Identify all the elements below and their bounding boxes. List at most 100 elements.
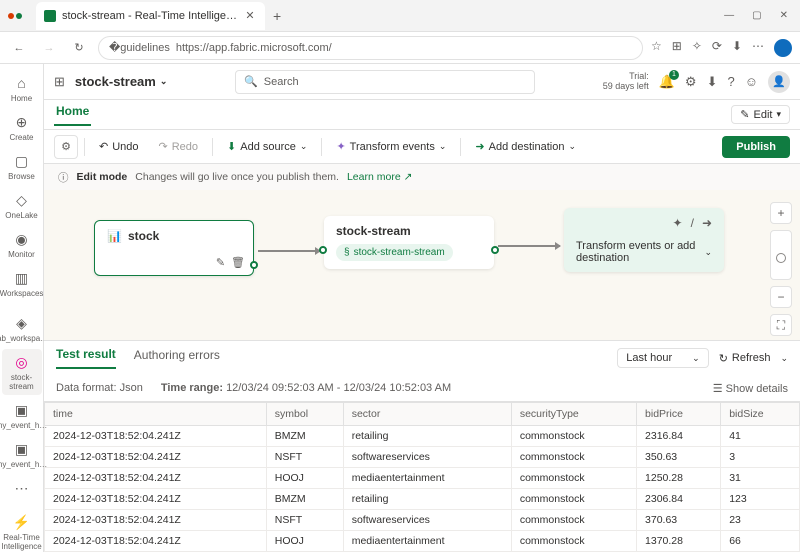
table-row[interactable]: 2024-12-03T18:52:04.241ZNSFTsoftwareserv… (45, 510, 800, 531)
rail-stock-stream[interactable]: ◎stock-stream (2, 349, 42, 395)
tab-title: stock-stream - Real-Time Intellige… (62, 10, 237, 22)
close-tab-icon[interactable]: ✕ (243, 9, 257, 23)
help-icon[interactable]: ? (727, 74, 734, 89)
table-row[interactable]: 2024-12-03T18:52:04.241ZHOOJmediaenterta… (45, 531, 800, 552)
column-header[interactable]: sector (343, 403, 511, 426)
download-icon[interactable]: ⬇ (707, 74, 718, 90)
extensions-icon[interactable]: ✧ (692, 39, 702, 57)
search-input[interactable]: 🔍Search (235, 70, 535, 94)
refresh-button[interactable]: ↻Refresh (719, 352, 771, 365)
breadcrumb[interactable]: stock-stream⌄ (75, 74, 167, 89)
avatar[interactable]: 👤 (768, 71, 790, 93)
rail-workspaces[interactable]: ▥Workspaces (2, 265, 42, 302)
url-text: https://app.fabric.microsoft.com/ (176, 42, 332, 54)
rail-monitor[interactable]: ◉Monitor (2, 226, 42, 263)
close-window-icon[interactable]: ✕ (780, 10, 788, 21)
notifications-icon[interactable]: 🔔 (659, 74, 675, 90)
zoom-out-button[interactable]: − (770, 286, 792, 308)
pencil-icon: ✎ (740, 108, 749, 121)
table-row[interactable]: 2024-12-03T18:52:04.241ZNSFTsoftwareserv… (45, 447, 800, 468)
reload-icon[interactable]: ↻ (68, 37, 90, 59)
edit-node-icon[interactable]: ✎ (216, 256, 225, 269)
tab-home[interactable]: Home (54, 104, 91, 126)
show-details-link[interactable]: ☰ Show details (713, 382, 788, 395)
stream-icon: ◎ (13, 353, 31, 371)
zoom-in-button[interactable]: + (770, 202, 792, 224)
table-row[interactable]: 2024-12-03T18:52:04.241ZHOOJmediaenterta… (45, 468, 800, 489)
column-header[interactable]: securityType (511, 403, 636, 426)
settings-button[interactable]: ⚙ (54, 135, 78, 159)
maximize-icon[interactable]: ▢ (752, 10, 761, 21)
undo-button[interactable]: ↶Undo (91, 136, 147, 157)
rail-event-house-1[interactable]: ▣my_event_h… (2, 397, 42, 434)
rail-event-house-2[interactable]: ▣my_event_h… (2, 436, 42, 473)
app-launcher-icon[interactable]: ⊞ (54, 74, 65, 90)
star-icon[interactable]: ☆ (651, 39, 662, 57)
output-icon: ➜ (702, 216, 712, 230)
ribbon-tabs: Home ✎Edit▾ (44, 100, 800, 130)
rail-home[interactable]: ⌂Home (2, 70, 42, 107)
results-table[interactable]: timesymbolsectorsecurityTypebidPricebidS… (44, 401, 800, 552)
rail-fab-workspace[interactable]: ◈fab_workspa… (2, 310, 42, 347)
sync-icon[interactable]: ⟳ (712, 39, 722, 57)
column-header[interactable]: bidPrice (637, 403, 721, 426)
node-destination[interactable]: ✦/➜ Transform events or add destination⌄ (564, 208, 724, 272)
rail-more[interactable]: ⋯ (2, 475, 42, 501)
browser-tab[interactable]: stock-stream - Real-Time Intellige… ✕ (36, 2, 265, 30)
output-port[interactable] (250, 261, 258, 269)
transform-button[interactable]: ✦Transform events⌄ (328, 136, 454, 157)
transform-icon: ✦ (336, 140, 345, 153)
column-header[interactable]: time (45, 403, 267, 426)
publish-button[interactable]: Publish (722, 136, 790, 158)
eventhouse-icon: ▣ (13, 440, 31, 458)
column-header[interactable]: symbol (266, 403, 343, 426)
monitor-icon: ◉ (13, 230, 31, 248)
profile-icon[interactable] (774, 39, 792, 57)
menu-icon[interactable]: ⋯ (752, 39, 764, 57)
node-stream[interactable]: stock-stream §stock-stream-stream (324, 216, 494, 269)
url-input[interactable]: �guidelines https://app.fabric.microsoft… (98, 36, 643, 60)
table-row[interactable]: 2024-12-03T18:52:04.241ZBMZMretailingcom… (45, 426, 800, 447)
chevron-down-icon[interactable]: ⌄ (704, 247, 712, 258)
rail-onelake[interactable]: ◇OneLake (2, 187, 42, 224)
fit-button[interactable]: ⛶ (770, 314, 792, 336)
tab-test-result[interactable]: Test result (56, 347, 116, 369)
output-port[interactable] (491, 246, 499, 254)
browser-titlebar: stock-stream - Real-Time Intellige… ✕ + … (0, 0, 800, 32)
stream-pill[interactable]: §stock-stream-stream (336, 244, 453, 261)
zoom-slider[interactable] (770, 230, 792, 280)
add-source-button[interactable]: ⬇Add source⌄ (219, 136, 315, 157)
results-panel: Test result Authoring errors Last hour⌄ … (44, 340, 800, 552)
workspaces-icon: ▥ (13, 269, 31, 287)
collections-icon[interactable]: ⊞ (672, 39, 682, 57)
time-filter-dropdown[interactable]: Last hour⌄ (617, 348, 708, 368)
rail-realtime[interactable]: ⚡Real-Time Intelligence (2, 509, 42, 555)
add-destination-button[interactable]: ➜Add destination⌄ (467, 136, 584, 157)
home-icon: ⌂ (13, 74, 31, 92)
table-row[interactable]: 2024-12-03T18:52:04.241ZBMZMretailingcom… (45, 489, 800, 510)
search-icon: 🔍 (244, 75, 258, 88)
delete-node-icon[interactable]: 🗑 (231, 256, 245, 269)
node-stock[interactable]: 📊stock ✎🗑 (94, 220, 254, 276)
info-icon: ⓘ (58, 170, 69, 185)
feedback-icon[interactable]: ☺ (745, 74, 758, 89)
source-icon: ⬇ (227, 140, 236, 153)
new-tab-button[interactable]: + (273, 8, 281, 24)
dest-icon: ➜ (475, 140, 484, 153)
settings-icon[interactable]: ⚙ (685, 74, 697, 90)
eventhouse-icon: ▣ (13, 401, 31, 419)
collapse-icon[interactable]: ⌄ (780, 353, 788, 364)
rail-browse[interactable]: ▢Browse (2, 148, 42, 185)
rail-create[interactable]: ⊕Create (2, 109, 42, 146)
input-port[interactable] (319, 246, 327, 254)
tab-authoring-errors[interactable]: Authoring errors (134, 348, 220, 368)
canvas[interactable]: 📊stock ✎🗑 stock-stream §stock-stream-str… (44, 190, 800, 340)
back-icon[interactable]: ← (8, 37, 30, 59)
download-icon[interactable]: ⬇ (732, 39, 742, 57)
learn-more-link[interactable]: Learn more ↗ (347, 171, 412, 183)
workspace-icon: ◈ (13, 314, 31, 332)
folder-icon: ▢ (13, 152, 31, 170)
minimize-icon[interactable]: — (724, 10, 734, 21)
column-header[interactable]: bidSize (721, 403, 800, 426)
edit-button[interactable]: ✎Edit▾ (731, 105, 790, 124)
